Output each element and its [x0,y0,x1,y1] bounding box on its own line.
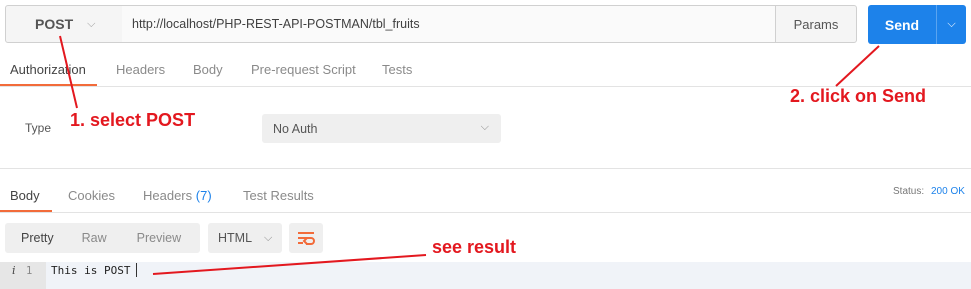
annotation-click-send: 2. click on Send [790,86,927,106]
annotation-select-post: 1. select POST [70,110,196,130]
arrow-see-result [152,254,427,275]
annotation-see-result: see result [432,237,517,257]
arrow-click-send [835,45,880,87]
arrow-select-post [59,35,78,109]
